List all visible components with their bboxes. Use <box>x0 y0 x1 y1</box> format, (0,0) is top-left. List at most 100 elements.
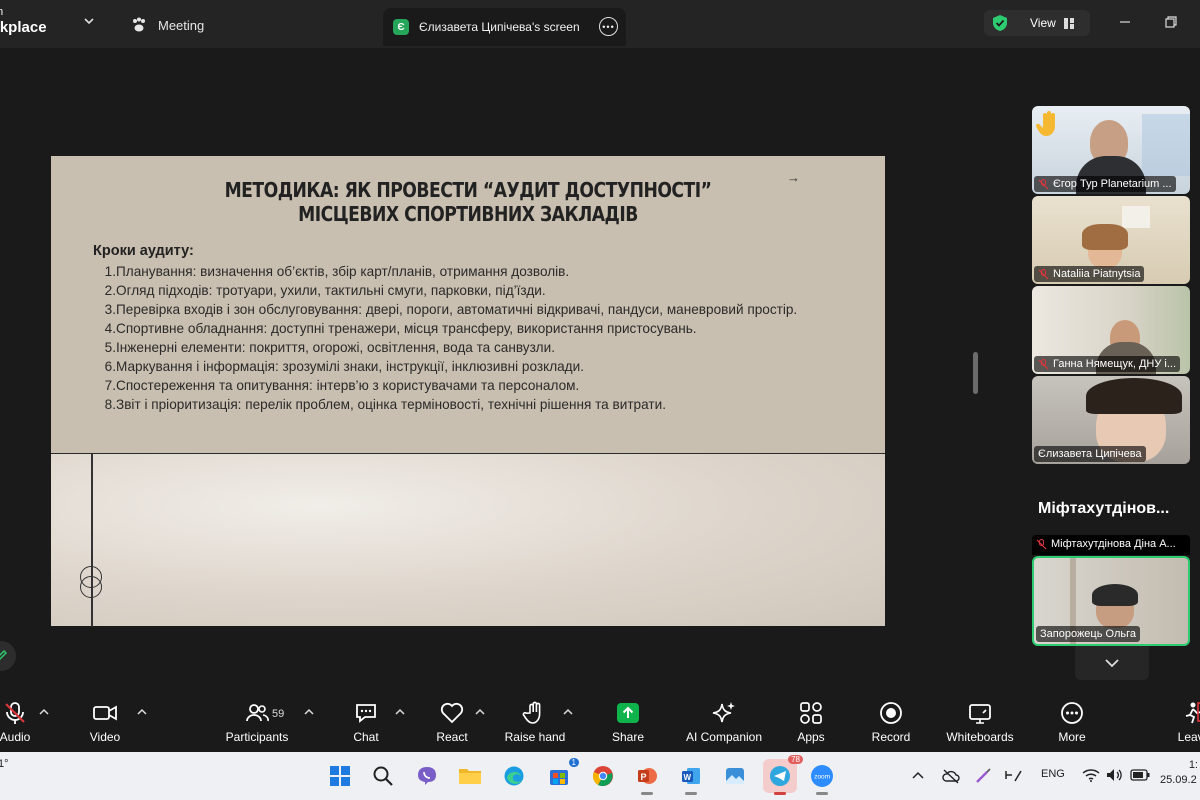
meeting-tab[interactable]: Meeting <box>130 14 204 36</box>
running-indicator <box>641 792 653 795</box>
chevron-up-icon[interactable] <box>475 708 485 716</box>
more-icon <box>1061 702 1083 724</box>
start-button[interactable] <box>326 762 354 790</box>
telegram-icon <box>770 766 790 786</box>
step-number: 6. <box>104 359 116 374</box>
slide-content: МЕТОДИКА: ЯК ПРОВЕСТИ “АУДИТ ДОСТУПНОСТІ… <box>51 156 885 453</box>
edge-app[interactable] <box>500 762 528 790</box>
photos-app[interactable] <box>721 762 749 790</box>
step-item: 7. Спостереження та опитування: інтерв’ю … <box>101 376 861 395</box>
whiteboard-icon <box>969 704 991 724</box>
tile-name-label: Єлизавета Ципічева <box>1034 446 1146 462</box>
chevron-up-icon[interactable] <box>39 708 49 716</box>
file-explorer-app[interactable] <box>456 762 484 790</box>
restore-icon[interactable] <box>1163 14 1179 30</box>
panel-resize-handle[interactable] <box>973 352 978 394</box>
step-text: Звіт і пріоритизація: перелік проблем, о… <box>116 397 666 412</box>
wifi-icon[interactable] <box>1082 768 1100 782</box>
battery-icon[interactable] <box>1130 769 1150 781</box>
step-text: Перевірка входів і зон обслуговування: д… <box>116 302 798 317</box>
video-off-tile[interactable]: Міфтахутдінова Діна А... <box>1032 535 1190 555</box>
search-icon <box>373 766 393 786</box>
video-tile[interactable]: Єгор Тур Planetarium ... <box>1032 106 1190 194</box>
ai-companion-button[interactable]: AI Companion <box>682 700 766 748</box>
powerpoint-app[interactable]: P <box>633 762 661 795</box>
photos-icon <box>726 768 744 784</box>
slide-title: МЕТОДИКА: ЯК ПРОВЕСТИ “АУДИТ ДОСТУПНОСТІ… <box>224 178 712 226</box>
leave-button[interactable]: Leave <box>1174 700 1200 748</box>
react-button[interactable]: React <box>434 700 470 748</box>
windows-taskbar: 1 P W 78 zoom ENG 1: 25.09.2 <box>0 752 1200 800</box>
step-text: Інженерні елементи: покриття, огорожі, о… <box>116 340 555 355</box>
step-item: 3. Перевірка входів і зон обслуговування:… <box>101 300 861 319</box>
shared-screen-tab[interactable]: Є Єлизавета Ципічева's screen ••• <box>383 8 626 46</box>
scroll-down-button[interactable] <box>1075 646 1149 680</box>
tile-name-label: Nataliia Piatnytsia <box>1034 266 1145 282</box>
sharer-badge: Є <box>393 19 409 35</box>
step-number: 1. <box>104 264 116 279</box>
decor-line <box>91 454 93 627</box>
chevron-up-icon[interactable] <box>563 708 573 716</box>
store-app[interactable]: 1 <box>545 758 579 790</box>
minimize-icon[interactable] <box>1117 14 1133 30</box>
pen-icon[interactable] <box>974 767 992 785</box>
whiteboards-button[interactable]: Whiteboards <box>942 700 1018 748</box>
language-pen-icon[interactable] <box>1004 767 1024 785</box>
tile-name-label: Міфтахутдінова Діна А... <box>1036 538 1176 550</box>
mic-muted-icon <box>1036 538 1047 549</box>
active-speaker-tile[interactable]: Запорожець Ольга <box>1032 556 1190 646</box>
chevron-up-icon[interactable] <box>395 708 405 716</box>
running-indicator <box>774 792 786 795</box>
video-tile[interactable]: Єлизавета Ципічева <box>1032 376 1190 464</box>
zoom-icon: zoom <box>811 765 833 787</box>
chrome-app[interactable] <box>589 762 617 790</box>
step-item: 4. Спортивне обладнання: доступні тренаже… <box>101 319 861 338</box>
viber-icon <box>418 767 436 785</box>
chat-button[interactable]: Chat <box>350 700 382 748</box>
leave-icon <box>1185 702 1200 724</box>
share-button[interactable]: Share <box>609 700 647 748</box>
apps-button[interactable]: Apps <box>796 700 826 748</box>
steps-list: 1. Планування: визначення об’єктів, збір … <box>101 262 861 414</box>
chevron-up-icon[interactable] <box>912 770 924 780</box>
step-text: Планування: визначення об’єктів, збір ка… <box>116 264 570 279</box>
slide-decoration <box>51 453 885 627</box>
meeting-toolbar: Audio Video Participants 59 Chat React R… <box>0 694 1200 752</box>
more-options-icon[interactable]: ••• <box>599 17 618 36</box>
video-tile[interactable]: Ганна Нямещук, ДНУ і... <box>1032 286 1190 374</box>
clock[interactable]: 1: 25.09.2 <box>1160 758 1198 788</box>
participant-hair <box>1082 224 1128 250</box>
viber-app[interactable] <box>413 762 441 790</box>
weather-widget[interactable]: 1° <box>0 758 9 770</box>
background-poster <box>1142 114 1190 176</box>
more-button[interactable]: More <box>1055 700 1089 748</box>
audio-button[interactable]: Audio <box>0 700 38 748</box>
grid-view-icon <box>1063 17 1074 29</box>
chevron-down-icon[interactable] <box>82 14 96 28</box>
language-indicator[interactable]: ENG <box>1041 768 1065 780</box>
view-button[interactable]: View <box>984 10 1090 36</box>
zoom-app[interactable]: zoom <box>808 762 836 795</box>
arrow-right-icon: → <box>787 170 800 185</box>
chevron-up-icon[interactable] <box>137 708 147 716</box>
speaker-icon[interactable] <box>1106 768 1124 782</box>
search-button[interactable] <box>369 762 397 790</box>
annotate-button[interactable] <box>0 641 16 671</box>
video-tile[interactable]: Nataliia Piatnytsia <box>1032 196 1190 284</box>
svg-text:P: P <box>641 772 647 782</box>
shared-screen-label: Єлизавета Ципічева's screen <box>419 20 580 34</box>
raise-hand-button[interactable]: Raise hand <box>504 700 566 748</box>
video-button[interactable]: Video <box>84 700 126 748</box>
folder-icon <box>459 769 481 784</box>
step-text: Спостереження та опитування: інтерв’ю з … <box>116 378 580 393</box>
word-app[interactable]: W <box>677 762 705 795</box>
heart-icon <box>440 702 464 724</box>
chevron-up-icon[interactable] <box>304 708 314 716</box>
cloud-off-icon[interactable] <box>942 768 960 784</box>
apps-icon <box>800 702 822 724</box>
telegram-app[interactable]: 78 <box>763 755 803 795</box>
tile-name-label: Єгор Тур Planetarium ... <box>1034 176 1176 192</box>
windows-icon <box>330 766 350 786</box>
record-button[interactable]: Record <box>870 700 912 748</box>
chrome-icon <box>593 766 613 787</box>
